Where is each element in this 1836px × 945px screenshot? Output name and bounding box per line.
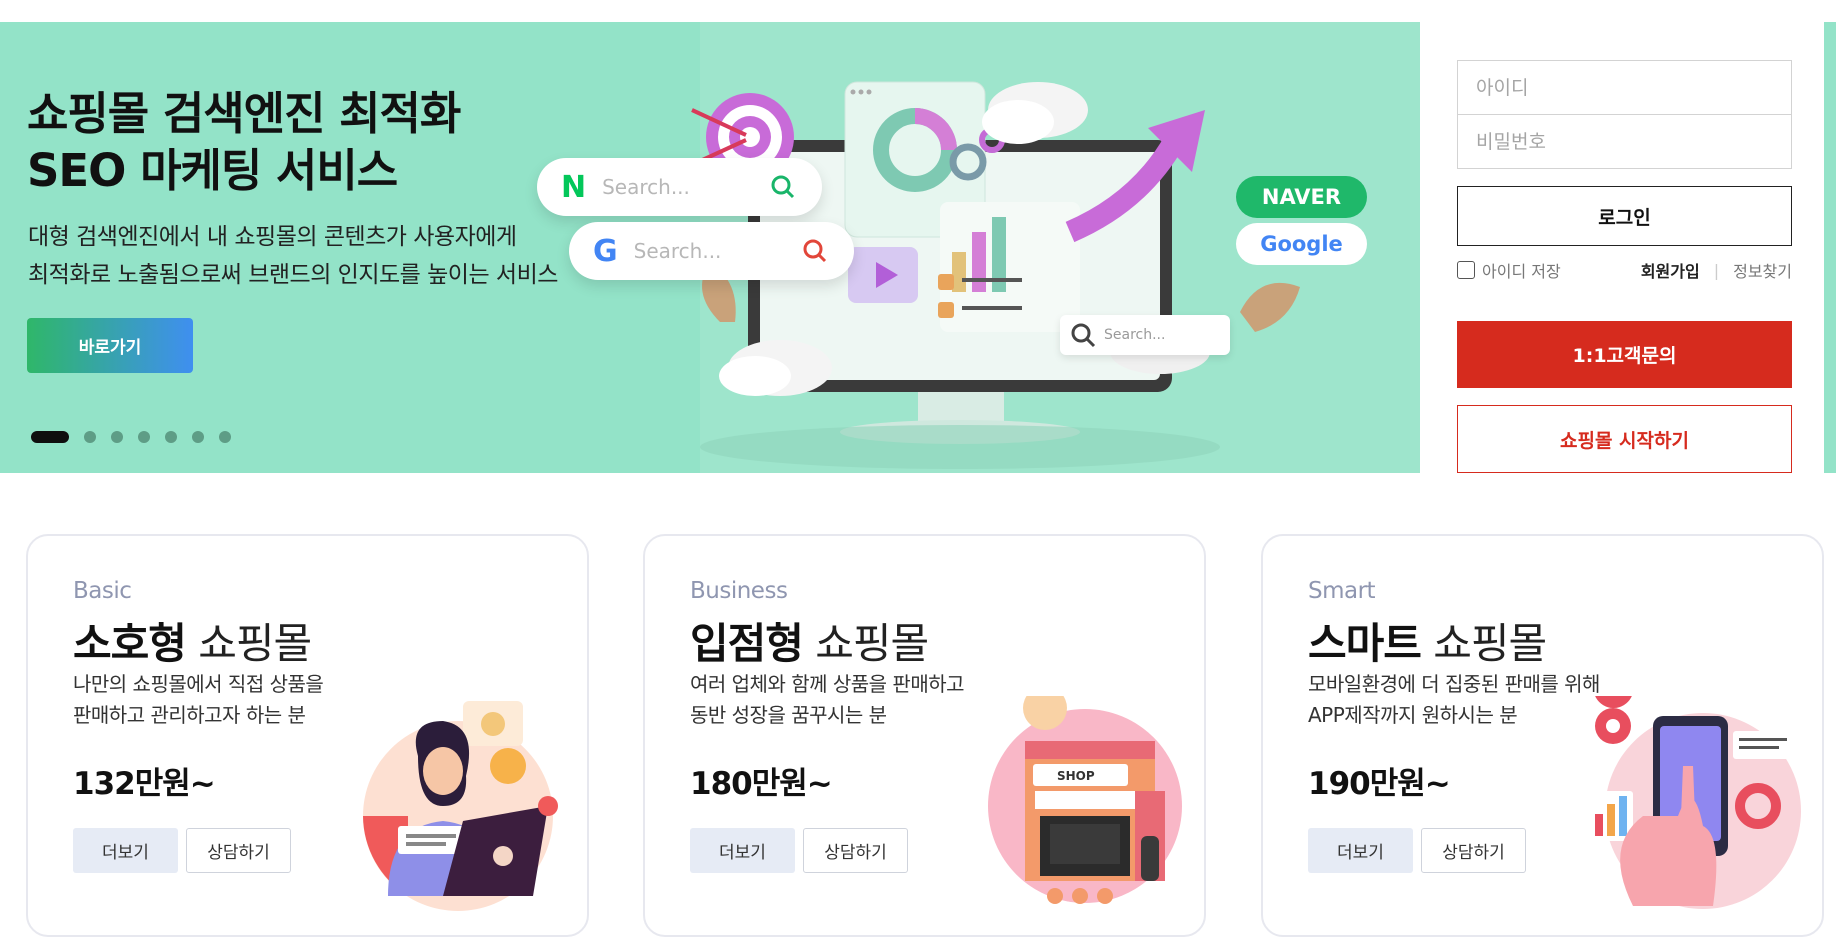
more-button[interactable]: 더보기: [73, 828, 178, 873]
plan-card-basic: Basic 소호형 쇼핑몰 나만의 쇼핑몰에서 직접 상품을 판매하고 관리하고…: [26, 534, 589, 937]
more-button[interactable]: 더보기: [1308, 828, 1413, 873]
search-icon: [771, 175, 795, 199]
laptop-woman-illustration: [363, 701, 558, 911]
consult-button[interactable]: 상담하기: [1421, 828, 1526, 873]
hero-description: 대형 검색엔진에서 내 쇼핑몰의 콘텐츠가 사용자에게 최적화로 노출됨으로써 …: [28, 218, 558, 294]
search-icon: [803, 239, 827, 263]
slide-dot-5[interactable]: [165, 431, 177, 443]
plan-title-bold: 스마트: [1308, 619, 1422, 668]
signup-link[interactable]: 회원가입: [1641, 258, 1700, 282]
go-button[interactable]: 바로가기: [27, 318, 193, 373]
plan-price: 180만원~: [690, 766, 833, 802]
hero-title-line: 쇼핑몰 검색엔진 최적화: [27, 87, 461, 140]
mobile-app-illustration: [1588, 696, 1801, 909]
google-search-box: G Search...: [569, 222, 854, 280]
plan-title-bold: 입점형: [690, 619, 804, 668]
google-badge: Google: [1236, 223, 1367, 265]
plan-desc-line: 여러 업체와 함께 상품을 판매하고: [690, 672, 965, 696]
inquiry-button[interactable]: 1:1고객문의: [1457, 321, 1792, 388]
hero-banner: 쇼핑몰 검색엔진 최적화 SEO 마케팅 서비스 대형 검색엔진에서 내 쇼핑몰…: [0, 22, 1420, 473]
plan-desc-line: 판매하고 관리하고자 하는 분: [73, 703, 306, 727]
plan-card-smart: Smart 스마트 쇼핑몰 모바일환경에 더 집중된 판매를 위해 APP제작까…: [1261, 534, 1824, 937]
start-shop-button[interactable]: 쇼핑몰 시작하기: [1457, 405, 1792, 473]
plan-title: 스마트 쇼핑몰: [1308, 610, 1547, 671]
find-account-link[interactable]: 정보찾기: [1733, 258, 1792, 282]
hero-title: 쇼핑몰 검색엔진 최적화 SEO 마케팅 서비스: [27, 85, 461, 199]
plan-title-rest: 쇼핑몰: [198, 619, 312, 668]
google-logo-icon: G: [593, 233, 618, 269]
plan-desc-line: 나만의 쇼핑몰에서 직접 상품을: [73, 672, 324, 696]
divider: |: [1713, 260, 1720, 280]
plan-title-rest: 쇼핑몰: [815, 619, 929, 668]
plan-tier: Smart: [1308, 578, 1376, 604]
plan-desc-line: APP제작까지 원하시는 분: [1308, 703, 1518, 727]
slide-pagination: [31, 431, 231, 443]
slide-dot-4[interactable]: [138, 431, 150, 443]
shop-sign-text: SHOP: [1057, 769, 1095, 783]
plan-card-business: Business 입점형 쇼핑몰 여러 업체와 함께 상품을 판매하고 동반 성…: [643, 534, 1206, 937]
slide-dot-2[interactable]: [84, 431, 96, 443]
search-placeholder: Search...: [602, 175, 690, 199]
plan-title-bold: 소호형: [73, 619, 187, 668]
plan-title: 입점형 쇼핑몰: [690, 610, 929, 671]
plan-desc-line: 동반 성장을 꿈꾸시는 분: [690, 703, 887, 727]
seo-illustration: N Search... G Search... NAVER Google Sea…: [537, 22, 1400, 473]
plan-price: 190만원~: [1308, 766, 1451, 802]
remember-id-checkbox[interactable]: [1457, 261, 1475, 279]
slide-dot-7[interactable]: [219, 431, 231, 443]
naver-logo-icon: N: [561, 169, 587, 205]
password-input[interactable]: [1457, 114, 1792, 169]
plan-description: 모바일환경에 더 집중된 판매를 위해 APP제작까지 원하시는 분: [1308, 669, 1600, 731]
consult-button[interactable]: 상담하기: [186, 828, 291, 873]
hero-title-line: SEO 마케팅 서비스: [27, 144, 398, 197]
login-options: 아이디 저장 회원가입 | 정보찾기: [1457, 256, 1792, 284]
remember-id-label[interactable]: 아이디 저장: [1482, 258, 1561, 282]
slide-dot-6[interactable]: [192, 431, 204, 443]
naver-badge: NAVER: [1236, 176, 1367, 218]
shop-storefront-illustration: SHOP: [970, 696, 1182, 904]
naver-search-box: N Search...: [537, 158, 822, 216]
plan-price: 132만원~: [73, 766, 216, 802]
magnifier-icon: [1071, 323, 1096, 348]
search-placeholder: Search...: [633, 239, 722, 263]
plan-title-rest: 쇼핑몰: [1433, 619, 1547, 668]
plan-description: 여러 업체와 함께 상품을 판매하고 동반 성장을 꿈꾸시는 분: [690, 669, 965, 731]
hero-desc-line: 대형 검색엔진에서 내 쇼핑몰의 콘텐츠가 사용자에게: [28, 224, 517, 250]
plan-title: 소호형 쇼핑몰: [73, 610, 312, 671]
hero-desc-line: 최적화로 노출됨으로써 브랜드의 인지도를 높이는 서비스: [28, 262, 558, 288]
plan-tier: Business: [690, 578, 788, 604]
mini-search-box: Search...: [1060, 315, 1230, 355]
mini-search-placeholder: Search...: [1104, 327, 1166, 343]
more-button[interactable]: 더보기: [690, 828, 795, 873]
plan-desc-line: 모바일환경에 더 집중된 판매를 위해: [1308, 672, 1600, 696]
login-panel: 로그인 아이디 저장 회원가입 | 정보찾기 1:1고객문의 쇼핑몰 시작하기: [1420, 22, 1824, 473]
id-input[interactable]: [1457, 60, 1792, 115]
login-button[interactable]: 로그인: [1457, 186, 1792, 246]
slide-dot-3[interactable]: [111, 431, 123, 443]
plan-description: 나만의 쇼핑몰에서 직접 상품을 판매하고 관리하고자 하는 분: [73, 669, 324, 731]
next-slide-peek: [1824, 22, 1836, 473]
consult-button[interactable]: 상담하기: [803, 828, 908, 873]
slide-dot-1[interactable]: [31, 431, 69, 443]
plan-tier: Basic: [73, 578, 132, 604]
